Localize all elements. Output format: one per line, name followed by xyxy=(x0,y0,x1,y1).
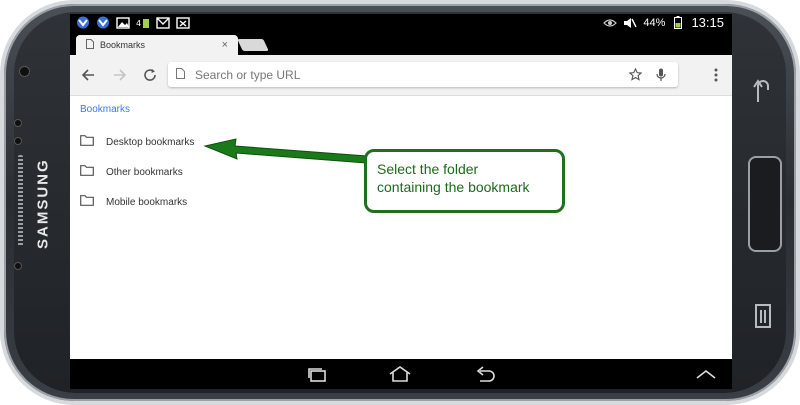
star-icon[interactable] xyxy=(626,66,644,84)
clock: 13:15 xyxy=(691,15,724,30)
page-icon xyxy=(86,36,94,54)
light-sensor xyxy=(14,137,22,145)
folder-label: Other bookmarks xyxy=(106,166,183,178)
home-icon[interactable] xyxy=(388,365,412,383)
hardware-home-button[interactable] xyxy=(748,156,782,252)
new-tab-button[interactable] xyxy=(237,39,269,51)
folder-icon xyxy=(80,163,94,181)
proximity-sensor xyxy=(14,119,22,127)
battery-icon xyxy=(671,16,685,29)
signal-4g-icon: 4 xyxy=(136,16,150,29)
mute-icon xyxy=(623,16,638,29)
chevron-up-icon[interactable] xyxy=(694,365,718,383)
app-notification-icon xyxy=(96,16,110,29)
system-status-icons: 44% 13:15 xyxy=(603,15,724,30)
brand-logo: SAMSUNG xyxy=(34,158,52,250)
nav-back-icon[interactable] xyxy=(473,365,497,383)
hardware-back-icon[interactable] xyxy=(752,76,774,106)
bookmarks-page: Bookmarks Desktop bookmarks Other bookma… xyxy=(70,96,732,358)
svg-text:4: 4 xyxy=(136,19,141,28)
forward-icon[interactable] xyxy=(110,65,130,85)
missed-message-icon xyxy=(176,16,190,29)
callout-line-2: containing the bookmark xyxy=(377,179,530,195)
menu-icon[interactable] xyxy=(706,65,726,85)
recent-apps-icon[interactable] xyxy=(305,365,329,383)
battery-percent: 44% xyxy=(643,16,666,29)
mic-icon[interactable] xyxy=(652,66,670,84)
tab-strip: Bookmarks × xyxy=(70,33,732,55)
tab-bookmarks[interactable]: Bookmarks × xyxy=(76,35,238,55)
notification-led xyxy=(14,262,22,270)
back-icon[interactable] xyxy=(78,65,98,85)
app-notification-icon xyxy=(76,16,90,29)
callout-line-1: Select the folder xyxy=(377,161,479,177)
instruction-callout: Select the folder containing the bookmar… xyxy=(364,149,565,213)
page-icon xyxy=(176,66,185,84)
breadcrumb[interactable]: Bookmarks xyxy=(80,104,130,115)
folder-mobile-bookmarks[interactable]: Mobile bookmarks xyxy=(80,190,187,214)
close-icon[interactable]: × xyxy=(222,39,228,51)
speaker-grille xyxy=(18,155,23,247)
folder-label: Desktop bookmarks xyxy=(106,136,195,148)
notification-icons: 4 xyxy=(76,16,190,29)
gmail-icon xyxy=(156,16,170,29)
folder-desktop-bookmarks[interactable]: Desktop bookmarks xyxy=(80,130,194,154)
tab-title: Bookmarks xyxy=(100,40,146,50)
folder-other-bookmarks[interactable]: Other bookmarks xyxy=(80,160,183,184)
image-icon xyxy=(116,16,130,29)
omnibox[interactable] xyxy=(168,62,678,87)
status-bar: 4 44% 13:15 xyxy=(70,14,732,33)
eye-icon xyxy=(603,16,618,29)
folder-icon xyxy=(80,133,94,151)
android-nav-bar xyxy=(70,359,732,389)
folder-icon xyxy=(80,193,94,211)
folder-label: Mobile bookmarks xyxy=(106,196,188,208)
reload-icon[interactable] xyxy=(140,65,160,85)
search-input[interactable] xyxy=(193,66,626,83)
browser-toolbar xyxy=(70,55,732,96)
hardware-menu-icon[interactable] xyxy=(753,302,773,330)
front-camera xyxy=(19,66,30,77)
